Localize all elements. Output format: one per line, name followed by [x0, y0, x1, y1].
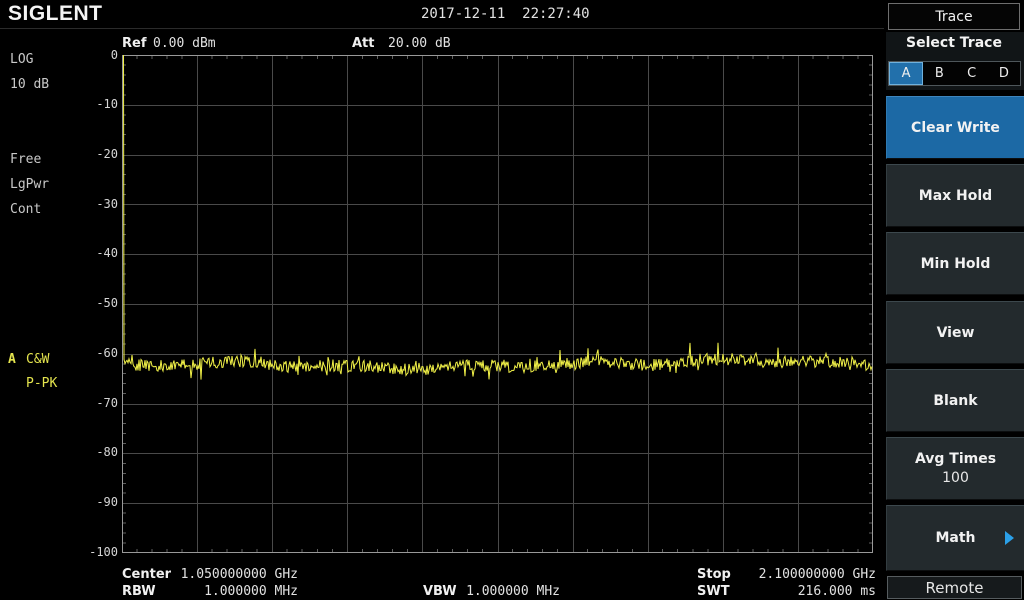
y-axis-label: -90	[72, 495, 118, 509]
min-hold-button[interactable]: Min Hold	[886, 232, 1024, 295]
y-axis-label: -40	[72, 246, 118, 260]
scale-step-label: 10 dB	[10, 77, 49, 92]
avg-times-label: Avg Times	[915, 451, 996, 467]
attenuation-value: 20.00 dB	[388, 36, 451, 51]
trace-option-a[interactable]: A	[889, 62, 923, 85]
y-axis-label: -20	[72, 147, 118, 161]
math-button[interactable]: Math	[886, 505, 1024, 571]
header-bar: SIGLENT 2017-12-11 22:27:40	[0, 0, 884, 29]
select-trace-label: Select Trace	[884, 35, 1024, 51]
avg-times-value: 100	[942, 470, 969, 486]
remote-status: Remote	[887, 576, 1022, 599]
center-freq-value: 1.050000000 GHz	[150, 567, 298, 582]
y-axis-label: -30	[72, 197, 118, 211]
stop-freq-label: Stop	[697, 567, 731, 582]
analyzer-screen: SIGLENT 2017-12-11 22:27:40 Ref 0.00 dBm…	[0, 0, 1024, 600]
spectrum-display	[122, 55, 873, 553]
rbw-value: 1.000000 MHz	[150, 584, 298, 599]
trace-plot	[122, 55, 873, 553]
clear-write-button[interactable]: Clear Write	[886, 96, 1024, 159]
trace-option-d[interactable]: D	[988, 62, 1020, 85]
max-hold-label: Max Hold	[919, 188, 992, 204]
trigger-mode-label: Free	[10, 152, 41, 167]
trace-option-c[interactable]: C	[956, 62, 988, 85]
trace-menu-title: Trace	[888, 3, 1020, 30]
avg-times-button[interactable]: Avg Times 100	[886, 437, 1024, 500]
vbw-value: 1.000000 MHz	[428, 584, 560, 599]
stop-freq-value: 2.100000000 GHz	[728, 567, 876, 582]
y-axis-label: -80	[72, 445, 118, 459]
swt-label: SWT	[697, 584, 730, 599]
ref-level-value: 0.00 dBm	[153, 36, 216, 51]
ref-level-label: Ref	[122, 36, 146, 51]
sweep-mode-label: Cont	[10, 202, 41, 217]
siglent-logo: SIGLENT	[8, 2, 103, 26]
math-label: Math	[935, 530, 975, 546]
swt-value: 216.000 ms	[728, 584, 876, 599]
max-hold-button[interactable]: Max Hold	[886, 164, 1024, 227]
view-button[interactable]: View	[886, 301, 1024, 364]
y-axis-label: 0	[72, 48, 118, 62]
trace-mode-indicator: C&W	[26, 352, 49, 367]
min-hold-label: Min Hold	[921, 256, 991, 272]
y-axis-label: -50	[72, 296, 118, 310]
scale-type-label: LOG	[10, 52, 33, 67]
y-axis-label: -10	[72, 97, 118, 111]
y-axis-label: -100	[72, 545, 118, 559]
detector-mode-indicator: P-PK	[26, 376, 57, 391]
y-axis-label: -70	[72, 396, 118, 410]
trace-option-b[interactable]: B	[923, 62, 955, 85]
blank-label: Blank	[933, 393, 977, 409]
source-mode-label: LgPwr	[10, 177, 49, 192]
datetime-display: 2017-12-11 22:27:40	[421, 6, 590, 22]
attenuation-label: Att	[352, 36, 375, 51]
trace-selector-row: A B C D	[888, 61, 1021, 86]
trace-letter-indicator: A	[8, 352, 16, 367]
view-label: View	[937, 325, 975, 341]
clear-write-label: Clear Write	[911, 120, 1000, 136]
submenu-arrow-icon	[1005, 531, 1014, 545]
blank-button[interactable]: Blank	[886, 369, 1024, 432]
y-axis-label: -60	[72, 346, 118, 360]
